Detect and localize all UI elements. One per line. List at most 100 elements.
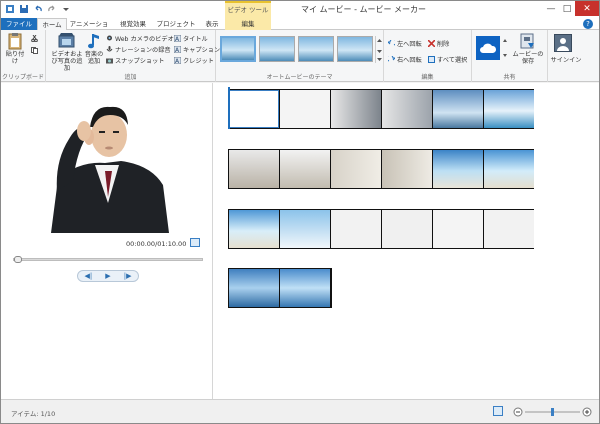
add-music-button[interactable]: 音楽の追加	[83, 32, 105, 65]
rotate-left-button[interactable]: 左へ回転	[386, 38, 422, 48]
maximize-button[interactable]: □	[559, 1, 575, 16]
webcam-icon	[106, 35, 113, 42]
minimize-button[interactable]: —	[543, 1, 559, 16]
tab-project[interactable]: プロジェクト	[156, 18, 196, 30]
autotheme-group: オートムービーのテーマ	[216, 30, 384, 82]
add-group-label: 追加	[124, 74, 137, 81]
tab-view[interactable]: 表示	[199, 18, 225, 30]
clipboard-group-label: クリップボード	[1, 74, 44, 81]
customize-qat-icon[interactable]	[61, 4, 71, 14]
rotate-right-button[interactable]: 右へ回転	[386, 54, 422, 64]
tab-file[interactable]: ファイル	[1, 18, 37, 30]
clip-thumbnail[interactable]	[229, 90, 279, 128]
seek-bar[interactable]	[13, 256, 203, 263]
storyboard	[215, 83, 599, 399]
caption-label: キャプション	[183, 47, 221, 54]
theme-thumbnail-1[interactable]	[220, 36, 256, 62]
clip-thumbnail[interactable]	[331, 210, 381, 248]
snapshot-button[interactable]: スナップショット	[106, 56, 165, 65]
theme-thumbnail-2[interactable]	[259, 36, 295, 62]
preview-pane: 00:00.00/01:10.00 ◀| ▶ |▶	[1, 83, 213, 399]
clip-thumbnail[interactable]	[229, 150, 279, 188]
seek-thumb[interactable]	[14, 256, 22, 263]
clip-thumbnail[interactable]	[280, 150, 330, 188]
narration-button[interactable]: ナレーションの録音	[106, 45, 171, 54]
tab-animations[interactable]: アニメーション	[69, 18, 109, 40]
editing-group: 左へ回転 右へ回転 削除 すべて選択 編集	[384, 30, 472, 82]
playback-controls: ◀| ▶ |▶	[77, 270, 139, 282]
zoom-slider[interactable]	[513, 407, 593, 417]
sign-in-label: サインイン	[550, 57, 582, 64]
app-window: ビデオ ツール マイ ムービー - ムービー メーカー — □ ✕ ファイル ホ…	[0, 0, 600, 424]
title-button[interactable]: A タイトル	[173, 34, 208, 43]
clip-thumbnail[interactable]	[280, 90, 330, 128]
theme-thumbnail-4[interactable]	[337, 36, 373, 62]
add-music-label: 音楽の追加	[84, 51, 104, 65]
clip-thumbnail[interactable]	[229, 269, 279, 307]
select-all-label: すべて選択	[437, 57, 468, 64]
next-frame-button[interactable]: |▶	[124, 272, 132, 280]
preview-monitor	[13, 91, 203, 233]
clip-thumbnail[interactable]	[331, 90, 381, 128]
tab-edit[interactable]: 編集	[225, 18, 271, 30]
clip-thumbnail[interactable]	[484, 210, 534, 248]
editing-group-label: 編集	[421, 74, 434, 81]
clip-thumbnail[interactable]	[433, 90, 483, 128]
theme-thumbnail-3[interactable]	[298, 36, 334, 62]
help-icon[interactable]: ?	[583, 19, 593, 29]
storyboard-view-icon[interactable]	[493, 406, 503, 416]
workspace: 00:00.00/01:10.00 ◀| ▶ |▶	[1, 83, 599, 399]
clip-thumbnail[interactable]	[433, 210, 483, 248]
title-bar: ビデオ ツール マイ ムービー - ムービー メーカー — □ ✕	[1, 1, 599, 18]
clipboard-group: 貼り付け クリップボード	[1, 30, 46, 82]
clip-thumbnail[interactable]	[382, 90, 432, 128]
save-icon[interactable]	[19, 4, 29, 14]
save-movie-label: ムービーの保存	[512, 51, 544, 65]
webcam-button[interactable]: Web カメラのビデオ	[106, 34, 174, 43]
window-controls: — □ ✕	[543, 1, 599, 16]
clip-thumbnail[interactable]	[484, 150, 534, 188]
previous-frame-button[interactable]: ◀|	[85, 272, 93, 280]
tab-visual-effects[interactable]: 視覚効果	[113, 18, 153, 30]
copy-button[interactable]	[31, 47, 38, 54]
save-movie-button[interactable]: ムービーの保存	[512, 32, 544, 65]
title-label: タイトル	[183, 36, 208, 43]
clip-thumbnail[interactable]	[484, 90, 534, 128]
clip-thumbnail[interactable]	[280, 269, 330, 307]
clip-thumbnail[interactable]	[229, 210, 279, 248]
paste-button[interactable]: 貼り付け	[5, 32, 25, 65]
redo-icon[interactable]	[47, 4, 57, 14]
storyboard-row-3	[228, 209, 534, 249]
clip-thumbnail[interactable]	[433, 150, 483, 188]
share-gallery-scroll[interactable]	[502, 36, 508, 60]
onedrive-button[interactable]	[476, 36, 500, 60]
storyboard-row-1	[228, 89, 534, 129]
cloud-icon	[480, 43, 497, 53]
clip-thumbnail[interactable]	[382, 210, 432, 248]
close-button[interactable]: ✕	[575, 1, 599, 16]
caption-button[interactable]: A キャプション	[173, 45, 221, 54]
add-videos-photos-button[interactable]: ビデオおよび写真の追加	[50, 32, 84, 72]
account-icon	[554, 34, 572, 52]
narration-label: ナレーションの録音	[115, 47, 171, 54]
credits-button[interactable]: A クレジット	[173, 56, 214, 65]
preview-frame-image	[13, 91, 203, 233]
theme-gallery-scroll[interactable]	[375, 36, 382, 63]
rotate-right-label: 右へ回転	[397, 57, 422, 64]
fullscreen-preview-icon[interactable]	[190, 238, 200, 247]
undo-icon[interactable]	[33, 4, 43, 14]
clip-thumbnail[interactable]	[382, 150, 432, 188]
share-group-label: 共有	[503, 74, 516, 81]
clip-thumbnail[interactable]	[280, 210, 330, 248]
ribbon-tabs: ファイル ホーム アニメーション 視覚効果 プロジェクト 表示 編集 ?	[1, 18, 599, 40]
remove-button[interactable]: 削除	[427, 39, 449, 48]
autotheme-group-label: オートムービーのテーマ	[266, 74, 333, 81]
microphone-icon	[106, 46, 113, 53]
clip-thumbnail[interactable]	[331, 150, 381, 188]
play-button[interactable]: ▶	[105, 272, 110, 280]
add-group: ビデオおよび写真の追加 音楽の追加 Web カメラのビデオ ナレーションの録音 …	[46, 30, 220, 82]
sign-in-button[interactable]: サインイン	[549, 32, 581, 72]
cut-button[interactable]	[31, 34, 38, 43]
select-all-button[interactable]: すべて選択	[428, 55, 467, 64]
playback-cursor[interactable]	[228, 87, 230, 129]
